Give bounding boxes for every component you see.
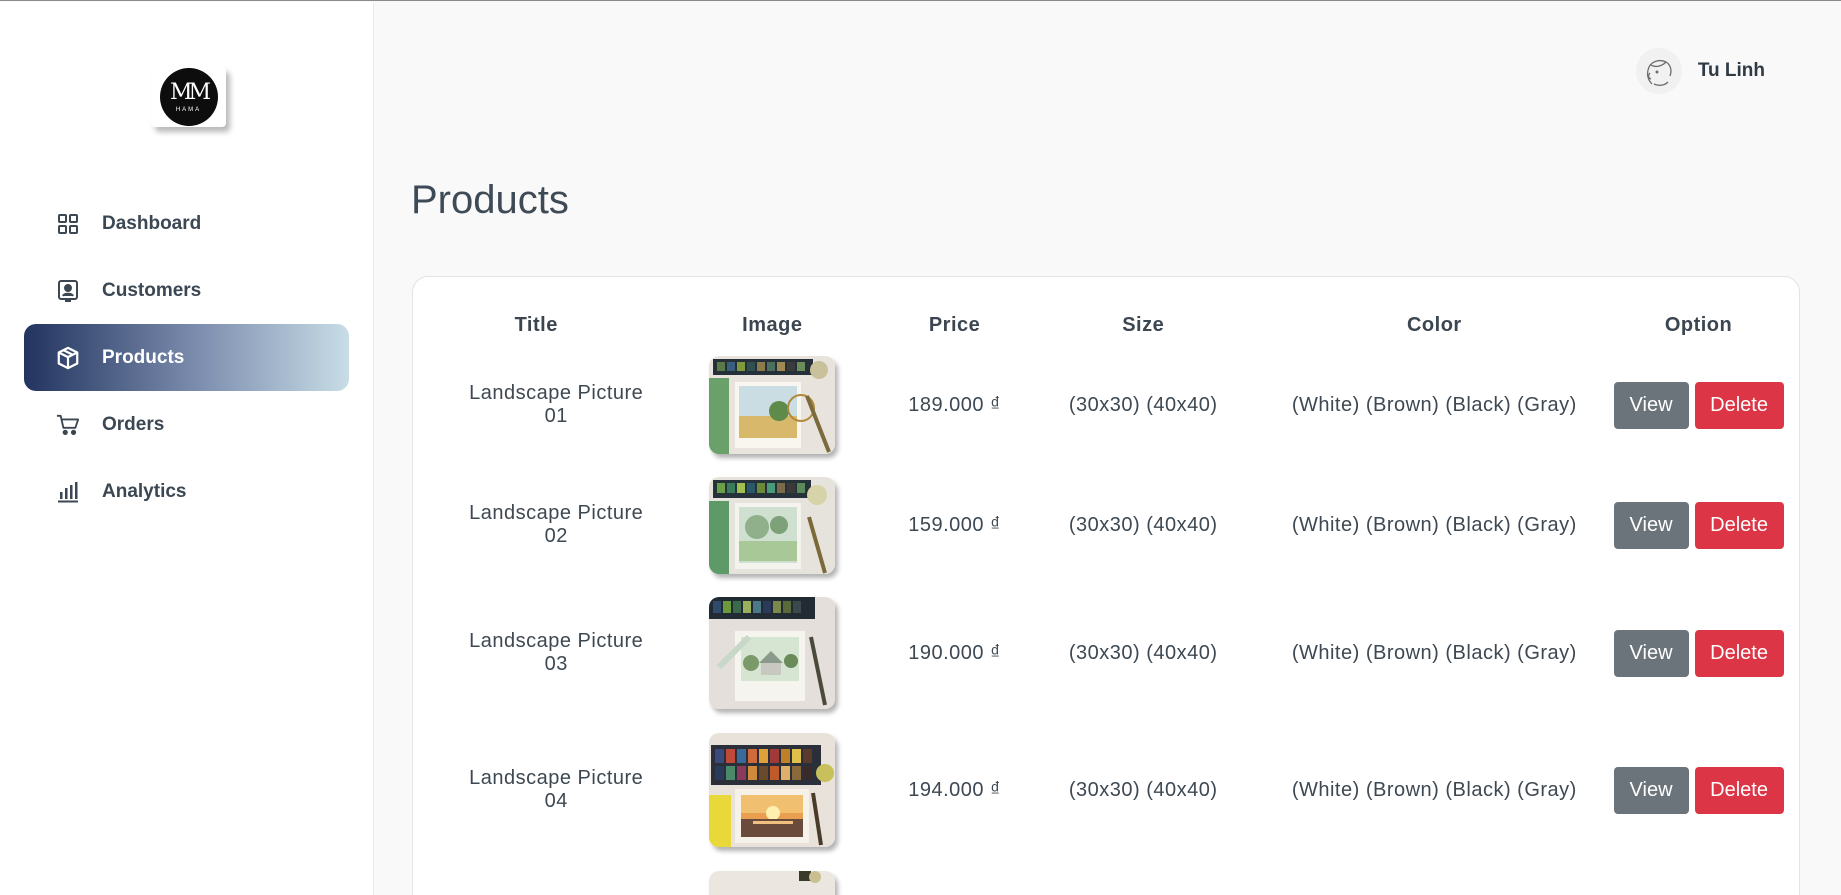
sidebar: MM HAMA Dashboard Customers Products Ord… — [0, 2, 374, 895]
products-table-card: Title Image Price Size Color Option Land… — [412, 276, 1800, 895]
table-row: Landscape Picture 01 189.000 ₫ (30x30) (… — [423, 345, 1801, 465]
cart-icon — [56, 413, 80, 437]
sidebar-item-orders[interactable]: Orders — [24, 391, 349, 458]
product-size: (30x30) (40x40) — [1068, 778, 1218, 801]
products-table: Title Image Price Size Color Option Land… — [423, 305, 1801, 895]
sidebar-item-products[interactable]: Products — [24, 324, 349, 391]
product-options: View Delete — [1596, 465, 1801, 585]
sidebar-item-label: Orders — [102, 413, 165, 435]
product-image-cell — [649, 721, 895, 859]
logo-badge: MM HAMA — [159, 68, 218, 126]
page-title: Products — [411, 178, 569, 222]
user-menu[interactable]: Tu Linh — [1635, 48, 1765, 94]
view-button[interactable]: View — [1613, 766, 1689, 814]
delete-button[interactable]: Delete — [1694, 629, 1784, 677]
product-image-cell — [649, 859, 895, 895]
main-content: Tu Linh Products Title Image Price Size … — [375, 2, 1841, 895]
product-price: 159.000 ₫ — [908, 513, 1001, 536]
table-row: Landscape Picture 04 194.000 ₫ (30x30) (… — [423, 721, 1801, 859]
product-title: Landscape Picture 02 — [469, 502, 644, 547]
product-title: Landscape Picture 03 — [469, 630, 644, 675]
sidebar-item-label: Dashboard — [102, 212, 202, 234]
product-color: (White) (Brown) (Black) (Gray) — [1291, 641, 1577, 664]
delete-button[interactable]: Delete — [1694, 381, 1784, 429]
column-header-color: Color — [1406, 313, 1462, 336]
sidebar-item-customers[interactable]: Customers — [24, 257, 349, 324]
box-icon — [56, 346, 80, 370]
product-price: 194.000 ₫ — [908, 778, 1001, 801]
view-button[interactable]: View — [1613, 501, 1689, 549]
column-header-image: Image — [742, 313, 803, 336]
view-button[interactable]: View — [1613, 629, 1689, 677]
table-header-row: Title Image Price Size Color Option — [423, 305, 1801, 345]
sidebar-item-label: Analytics — [102, 480, 187, 502]
grid-icon — [56, 212, 80, 236]
sidebar-nav: Dashboard Customers Products Orders Anal… — [24, 190, 349, 525]
product-image-cell — [649, 585, 895, 721]
product-title: Landscape Picture 01 — [469, 382, 644, 427]
column-header-size: Size — [1122, 313, 1165, 336]
product-thumbnail[interactable] — [709, 871, 836, 895]
sidebar-item-label: Customers — [102, 279, 202, 301]
product-price: 189.000 ₫ — [908, 393, 1001, 416]
product-color: (White) (Brown) (Black) (Gray) — [1291, 393, 1577, 416]
sidebar-item-label: Products — [102, 346, 185, 368]
product-size: (30x30) (40x40) — [1068, 513, 1218, 536]
logo[interactable]: MM HAMA — [151, 67, 226, 127]
product-color: (White) (Brown) (Black) (Gray) — [1291, 513, 1577, 536]
logo-text: HAMA — [175, 106, 202, 113]
product-thumbnail[interactable] — [709, 356, 836, 454]
product-thumbnail[interactable] — [709, 733, 836, 847]
product-size: (30x30) (40x40) — [1068, 393, 1218, 416]
bar-chart-icon — [56, 480, 80, 504]
product-options: View Delete — [1596, 585, 1801, 721]
sidebar-item-analytics[interactable]: Analytics — [24, 458, 349, 525]
table-row — [423, 859, 1801, 895]
product-size: (30x30) (40x40) — [1068, 641, 1218, 664]
product-title: Landscape Picture 04 — [469, 767, 644, 812]
delete-button[interactable]: Delete — [1694, 501, 1784, 549]
table-row: Landscape Picture 03 190.000 ₫ (30x30) (… — [423, 585, 1801, 721]
user-name: Tu Linh — [1697, 60, 1765, 81]
product-options: View Delete — [1596, 721, 1801, 859]
contact-card-icon — [56, 279, 80, 303]
logo-mark: MM — [169, 79, 211, 105]
column-header-title: Title — [514, 313, 558, 336]
delete-button[interactable]: Delete — [1694, 766, 1784, 814]
view-button[interactable]: View — [1613, 381, 1689, 429]
product-options: View Delete — [1596, 345, 1801, 465]
product-image-cell — [649, 345, 895, 465]
table-row: Landscape Picture 02 159.000 ₫ (30x30) (… — [423, 465, 1801, 585]
column-header-option: Option — [1664, 313, 1733, 336]
sidebar-item-dashboard[interactable]: Dashboard — [24, 190, 349, 257]
product-image-cell — [649, 465, 895, 585]
product-thumbnail[interactable] — [709, 597, 836, 709]
avatar — [1635, 48, 1682, 94]
column-header-price: Price — [928, 313, 981, 336]
product-thumbnail[interactable] — [709, 476, 836, 574]
product-color: (White) (Brown) (Black) (Gray) — [1291, 778, 1577, 801]
product-price: 190.000 ₫ — [908, 641, 1001, 664]
